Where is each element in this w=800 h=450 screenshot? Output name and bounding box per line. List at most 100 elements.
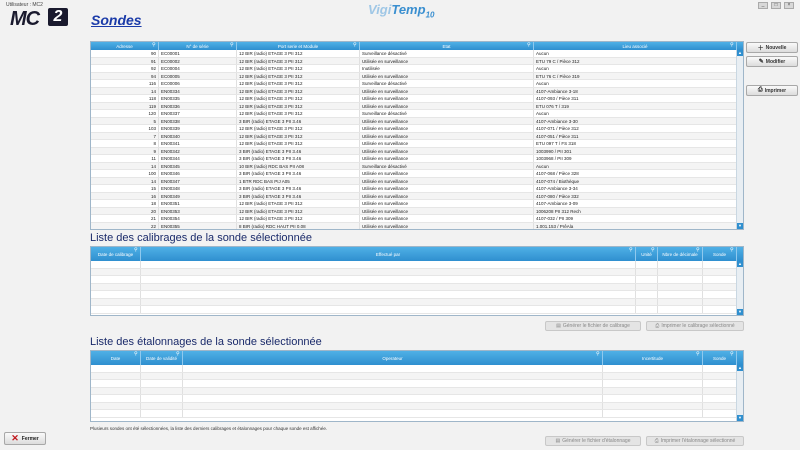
- filter-icon[interactable]: ⚲: [730, 248, 735, 253]
- etalonnages-scrollbar[interactable]: ▲ ▼: [736, 365, 743, 421]
- table-cell: 118: [91, 95, 159, 102]
- table-row[interactable]: 7 EN00340 12 BIR (radio) ETAGE 3 PII 312 Ut…: [91, 132, 743, 140]
- table-row[interactable]: 92 EC00004 12 BIR (radio) ETAGE 3 PII 312 I…: [91, 65, 743, 73]
- scroll-up-icon[interactable]: ▲: [737, 50, 743, 56]
- calibrages-scrollbar[interactable]: ▲ ▼: [736, 261, 743, 315]
- print-button[interactable]: ⎙ Imprimer: [746, 85, 798, 96]
- filter-icon[interactable]: ⚲: [527, 43, 532, 48]
- column-header[interactable]: Unité ⚲: [636, 247, 658, 261]
- filter-icon[interactable]: ⚲: [730, 352, 735, 357]
- logo-text: MC: [10, 8, 40, 30]
- table-row[interactable]: 118 EN00335 12 BIR (radio) ETAGE 3 PII 312…: [91, 95, 743, 103]
- filter-icon[interactable]: ⚲: [230, 43, 235, 48]
- filter-icon[interactable]: ⚲: [730, 43, 735, 48]
- column-header[interactable]: Sonde ⚲: [703, 247, 737, 261]
- column-header-label: Date de validité: [145, 355, 178, 361]
- file-icon: ▤: [555, 438, 561, 444]
- table-cell: 4107-051 / Pièce 311: [534, 132, 737, 139]
- table-row[interactable]: 8 EN00341 12 BIR (radio) ETAGE 3 PII 312 Ut…: [91, 140, 743, 148]
- table-row[interactable]: 94 EC00005 12 BIR (radio) ETAGE 3 PII 312 U…: [91, 72, 743, 80]
- table-row[interactable]: 9 EN00342 3 BIR (radio) ETAGE 3 PII 3.46 Ut…: [91, 147, 743, 155]
- table-cell: 14: [91, 162, 159, 169]
- table-cell: EN00341: [159, 140, 237, 147]
- column-header[interactable]: Etat ⚲: [360, 42, 534, 50]
- generate-calibrage-label: Générer le fichier de calibrage: [562, 323, 630, 329]
- scroll-up-icon[interactable]: ▲: [737, 261, 743, 267]
- table-cell: EN00348: [159, 185, 237, 192]
- table-cell: 14: [91, 87, 159, 94]
- scroll-down-icon[interactable]: ▼: [737, 309, 743, 315]
- table-row[interactable]: 22 EN00355 8 BIR (radio) RDC HAUT PII 0.08…: [91, 222, 743, 229]
- table-cell: ETU 76 C / Pièce 319: [534, 72, 737, 79]
- close-button[interactable]: ✕ Fermer: [4, 432, 46, 445]
- scroll-up-icon[interactable]: ▲: [737, 365, 743, 371]
- selection-note: Plusieurs sondes ont été sélectionnées, …: [90, 426, 328, 431]
- sondes-scrollbar[interactable]: ▲ ▼: [736, 50, 743, 229]
- maximize-button[interactable]: □: [771, 2, 781, 9]
- close-window-button[interactable]: ×: [784, 2, 794, 9]
- table-row[interactable]: 91 EC00002 12 BIR (radio) ETAGE 3 PII 312 U…: [91, 57, 743, 65]
- table-cell: 103: [91, 125, 159, 132]
- filter-icon[interactable]: ⚲: [152, 43, 157, 48]
- filter-icon[interactable]: ⚲: [353, 43, 358, 48]
- generate-etalonnage-button[interactable]: ▤ Générer le fichier d'étalonnage: [545, 436, 641, 446]
- edit-button[interactable]: ✎ Modifier: [746, 56, 798, 67]
- table-row[interactable]: 120 EN00337 12 BIR (radio) ETAGE 3 PII 312…: [91, 110, 743, 118]
- filter-icon[interactable]: ⚲: [134, 248, 139, 253]
- table-cell: Surveillance désactivé: [360, 110, 534, 117]
- table-cell: 12 BIR (radio) ETAGE 3 PII 312: [237, 132, 360, 139]
- column-header[interactable]: Date de calibrage ⚲: [91, 247, 141, 261]
- table-cell: 1006208 PII 312 Rech: [534, 207, 737, 214]
- scroll-down-icon[interactable]: ▼: [737, 223, 743, 229]
- column-header[interactable]: Date ⚲: [91, 351, 141, 365]
- new-button[interactable]: ＋ Nouvelle: [746, 42, 798, 53]
- scroll-down-icon[interactable]: ▼: [737, 415, 743, 421]
- filter-icon[interactable]: ⚲: [696, 352, 701, 357]
- filter-icon[interactable]: ⚲: [134, 352, 139, 357]
- column-header[interactable]: Nbre de décimale ⚲: [658, 247, 703, 261]
- table-cell: Utilisée en surveillance: [360, 170, 534, 177]
- table-cell: Utilisée en surveillance: [360, 125, 534, 132]
- column-header[interactable]: Adresse ⚲: [91, 42, 159, 50]
- table-row[interactable]: 18 EN00351 12 BIR (radio) ETAGE 3 PII 312 U…: [91, 200, 743, 208]
- column-header[interactable]: Incertitude ⚲: [603, 351, 703, 365]
- column-header[interactable]: Sonde ⚲: [703, 351, 737, 365]
- table-row[interactable]: 116 EC00006 12 BIR (radio) ETAGE 3 PII 312…: [91, 80, 743, 88]
- vigitemp-brand: VigiTemp10: [368, 2, 434, 20]
- table-row[interactable]: 11 EN00344 3 BIR (radio) ETAGE 3 PII 3.46 U…: [91, 155, 743, 163]
- filter-icon[interactable]: ⚲: [696, 248, 701, 253]
- table-cell: 119: [91, 102, 159, 109]
- column-header[interactable]: Effectué par ⚲: [141, 247, 636, 261]
- table-row[interactable]: 21 EN00354 12 BIR (radio) ETAGE 3 PII 312 U…: [91, 215, 743, 223]
- filter-icon[interactable]: ⚲: [176, 352, 181, 357]
- filter-icon[interactable]: ⚲: [651, 248, 656, 253]
- table-row[interactable]: 14 EN00334 12 BIR (radio) ETAGE 3 PII 312 U…: [91, 87, 743, 95]
- generate-calibrage-button[interactable]: ▤ Générer le fichier de calibrage: [545, 321, 641, 331]
- table-cell: Utilisée en surveillance: [360, 87, 534, 94]
- etalonnages-grid-body: [91, 365, 743, 418]
- column-header-label: Incertitude: [641, 355, 663, 361]
- table-row[interactable]: 5 EN00338 3 BIR (radio) ETAGE 3 PII 3.46 Ut…: [91, 117, 743, 125]
- filter-icon[interactable]: ⚲: [596, 352, 601, 357]
- print-calibrage-button[interactable]: ⎙ Imprimer le calibrage sélectionné: [646, 321, 744, 331]
- edit-icon: ✎: [758, 59, 764, 65]
- table-row[interactable]: 100 EN00346 3 BIR (radio) ETAGE 3 PII 3.46…: [91, 170, 743, 178]
- filter-icon[interactable]: ⚲: [629, 248, 634, 253]
- table-cell: 8 BIR (radio) RDC HAUT PII 0.08: [237, 222, 360, 229]
- column-header[interactable]: N° de série ⚲: [159, 42, 237, 50]
- table-row[interactable]: 90 EC00001 12 BIR (radio) ETAGE 3 PII 312 S…: [91, 50, 743, 58]
- logo-badge: 2: [48, 8, 68, 26]
- table-row[interactable]: 14 EN00347 1 BTR RDC BAS PIJ A05 Utilisée e…: [91, 177, 743, 185]
- table-row[interactable]: 16 EN00349 3 BIR (radio) ETAGE 3 PII 3.46 U…: [91, 192, 743, 200]
- table-row[interactable]: 103 EN00339 12 BIR (radio) ETAGE 3 PII 312…: [91, 125, 743, 133]
- table-row[interactable]: 20 EN00353 12 BIR (radio) ETAGE 3 PII 312 U…: [91, 207, 743, 215]
- column-header[interactable]: Port serie et Module ⚲: [237, 42, 360, 50]
- column-header[interactable]: Lieu associé ⚲: [534, 42, 737, 50]
- table-row[interactable]: 15 EN00348 3 BIR (radio) ETAGE 3 PII 3.46 U…: [91, 185, 743, 193]
- column-header[interactable]: Operateur ⚲: [183, 351, 603, 365]
- column-header[interactable]: Date de validité ⚲: [141, 351, 183, 365]
- minimize-button[interactable]: _: [758, 2, 768, 9]
- table-row[interactable]: 119 EN00336 12 BIR (radio) ETAGE 3 PII 312…: [91, 102, 743, 110]
- print-etalonnage-button[interactable]: ⎙ Imprimer l'étalonnage sélectionné: [646, 436, 744, 446]
- table-row[interactable]: 14 EN00345 10 BIR (radio) RDC BAS PII A08 S…: [91, 162, 743, 170]
